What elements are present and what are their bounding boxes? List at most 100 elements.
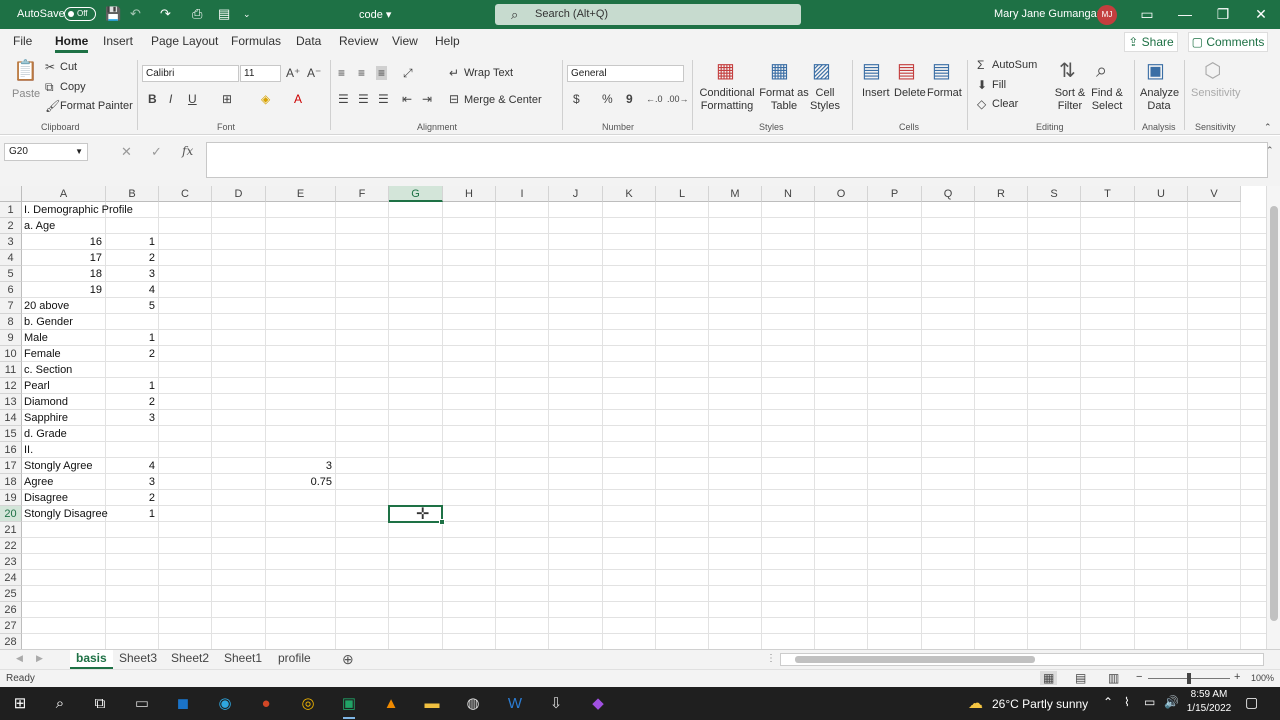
column-header-r[interactable]: R — [975, 186, 1028, 202]
tab-file[interactable]: File — [13, 34, 32, 48]
row-header[interactable]: 14 — [0, 410, 22, 426]
cell-b9[interactable]: 1 — [106, 330, 155, 346]
clear-button[interactable]: Clear — [992, 98, 1018, 110]
align-center-icon[interactable]: ☰ — [358, 92, 369, 106]
cell-e18[interactable]: 0.75 — [266, 474, 332, 490]
row-header[interactable]: 22 — [0, 538, 22, 554]
row-header[interactable]: 13 — [0, 394, 22, 410]
print-preview-icon[interactable]: ⎙ — [192, 6, 202, 22]
increase-indent-icon[interactable]: ⇥ — [422, 92, 432, 106]
insert-function-icon[interactable]: fx — [182, 144, 193, 158]
cell-a5[interactable]: 18 — [22, 266, 102, 282]
chrome-icon[interactable]: ◎ — [294, 692, 322, 716]
analyze-data-button[interactable]: Analyze Data — [1140, 87, 1179, 113]
cell-a11[interactable]: c. Section — [24, 362, 72, 378]
row-header[interactable]: 10 — [0, 346, 22, 362]
add-sheet-icon[interactable]: ⊕ — [342, 651, 354, 668]
align-left-icon[interactable]: ☰ — [338, 92, 349, 106]
row-header[interactable]: 23 — [0, 554, 22, 570]
cell-e17[interactable]: 3 — [266, 458, 332, 474]
column-header-m[interactable]: M — [709, 186, 762, 202]
cell-a1[interactable]: I. Demographic Profile — [24, 202, 133, 218]
row-header[interactable]: 26 — [0, 602, 22, 618]
column-header-k[interactable]: K — [603, 186, 656, 202]
currency-button[interactable]: $ — [573, 92, 580, 106]
row-header[interactable]: 15 — [0, 426, 22, 442]
enter-icon[interactable]: ✓ — [151, 144, 162, 160]
format-painter-button[interactable]: Format Painter — [60, 100, 133, 112]
collapse-ribbon-icon[interactable]: ⌃ — [1264, 120, 1272, 134]
cell-a7[interactable]: 20 above — [24, 298, 69, 314]
cell-b14[interactable]: 3 — [106, 410, 155, 426]
powerpoint-icon[interactable]: ● — [252, 692, 280, 716]
pdf-icon[interactable]: ▤ — [218, 6, 230, 22]
windows-start-icon[interactable]: ⊞ — [6, 692, 34, 716]
sheet-tab-sheet1[interactable]: Sheet1 — [218, 650, 268, 669]
align-top-icon[interactable]: ≡ — [338, 66, 345, 80]
folder-icon[interactable]: ▬ — [418, 692, 446, 716]
column-header-g[interactable]: G — [389, 186, 443, 202]
decrease-font-icon[interactable]: A⁻ — [307, 66, 321, 80]
autosave-toggle[interactable]: Off — [64, 7, 96, 21]
cell-b17[interactable]: 4 — [106, 458, 155, 474]
cancel-icon[interactable]: ✕ — [121, 144, 132, 160]
cell-b18[interactable]: 3 — [106, 474, 155, 490]
cell-styles-button[interactable]: Cell Styles — [804, 87, 846, 113]
zoom-slider-handle[interactable] — [1187, 673, 1191, 684]
name-box[interactable]: G20 ▼ — [4, 143, 88, 161]
tab-formulas[interactable]: Formulas — [231, 34, 281, 48]
find-select-button[interactable]: Find & Select — [1088, 87, 1126, 113]
row-header[interactable]: 25 — [0, 586, 22, 602]
search-icon[interactable]: ⌕ — [46, 692, 74, 716]
paste-icon[interactable]: 📋 — [13, 60, 38, 82]
scroll-left-icon[interactable]: ◀ — [16, 653, 23, 664]
cell-b3[interactable]: 1 — [106, 234, 155, 250]
clock-time[interactable]: 8:59 AM — [1186, 689, 1232, 700]
cell-a4[interactable]: 17 — [22, 250, 102, 266]
column-header-b[interactable]: B — [106, 186, 159, 202]
column-header-u[interactable]: U — [1135, 186, 1188, 202]
cell-a19[interactable]: Disagree — [24, 490, 68, 506]
font-size-dropdown[interactable]: 11 — [240, 65, 281, 82]
column-header-i[interactable]: I — [496, 186, 549, 202]
row-header[interactable]: 19 — [0, 490, 22, 506]
sheet-tab-sheet2[interactable]: Sheet2 — [165, 650, 215, 669]
align-bottom-icon[interactable]: ≡ — [376, 66, 388, 80]
sort-filter-button[interactable]: Sort & Filter — [1051, 87, 1089, 113]
insert-cells-button[interactable]: Insert — [862, 87, 890, 99]
column-header-n[interactable]: N — [762, 186, 815, 202]
column-header-q[interactable]: Q — [922, 186, 975, 202]
row-header[interactable]: 12 — [0, 378, 22, 394]
column-header-a[interactable]: A — [22, 186, 106, 202]
volume-icon[interactable]: 🔊 — [1164, 695, 1179, 709]
minimize-icon[interactable]: — — [1170, 4, 1200, 24]
vertical-scrollbar[interactable] — [1266, 186, 1280, 649]
row-header[interactable]: 20 — [0, 506, 22, 522]
maximize-icon[interactable]: ❐ — [1208, 4, 1238, 24]
column-header-c[interactable]: C — [159, 186, 212, 202]
cell-a13[interactable]: Diamond — [24, 394, 68, 410]
scroll-right-icon[interactable]: ▶ — [36, 653, 43, 664]
app-icon[interactable]: ◍ — [459, 692, 487, 716]
tab-view[interactable]: View — [392, 34, 418, 48]
cell-a20[interactable]: Stongly Disagree — [24, 506, 108, 522]
cell-b10[interactable]: 2 — [106, 346, 155, 362]
fill-handle[interactable] — [439, 519, 445, 525]
decrease-decimal-icon[interactable]: .00→ — [667, 92, 689, 106]
row-header[interactable]: 11 — [0, 362, 22, 378]
tab-help[interactable]: Help — [435, 34, 460, 48]
tab-home[interactable]: Home — [55, 34, 89, 53]
outlook-icon[interactable]: ◼ — [169, 692, 197, 716]
row-header[interactable]: 9 — [0, 330, 22, 346]
row-header[interactable]: 16 — [0, 442, 22, 458]
wrap-text-button[interactable]: Wrap Text — [464, 67, 513, 79]
normal-view-icon[interactable]: ▦ — [1040, 671, 1058, 685]
column-header-l[interactable]: L — [656, 186, 709, 202]
row-header[interactable]: 1 — [0, 202, 22, 218]
row-header[interactable]: 27 — [0, 618, 22, 634]
column-header-t[interactable]: T — [1081, 186, 1135, 202]
column-header-v[interactable]: V — [1188, 186, 1241, 202]
redo-icon[interactable]: ↷ — [160, 6, 171, 22]
tab-insert[interactable]: Insert — [103, 34, 133, 48]
tab-data[interactable]: Data — [296, 34, 321, 48]
